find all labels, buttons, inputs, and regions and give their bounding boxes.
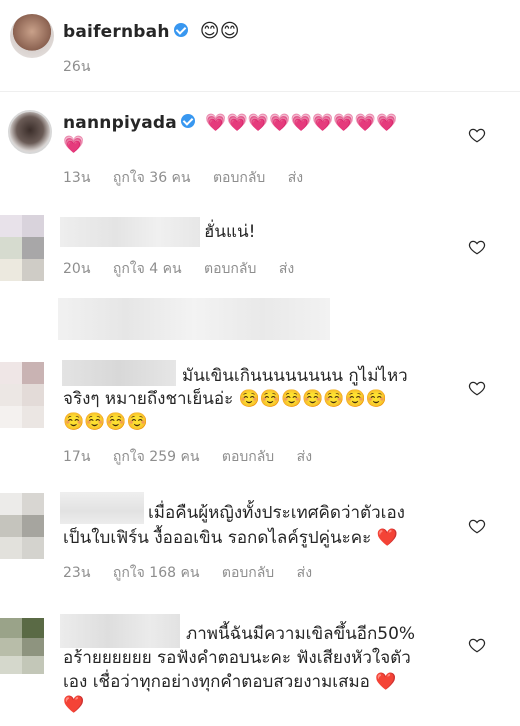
send-button[interactable]: ส่ง [297, 449, 312, 465]
comment-time: 17น [63, 449, 91, 465]
blur-pixel [22, 618, 44, 638]
send-button[interactable]: ส่ง [288, 170, 303, 186]
comment-time: 13น [63, 170, 91, 186]
blur-pixel [0, 493, 22, 515]
blur-pixel [0, 362, 22, 384]
comment-likes-link[interactable]: ถูกใจ 36 คน [113, 170, 191, 186]
avatar-blurred[interactable] [0, 215, 44, 281]
reply-button[interactable]: ตอบกลับ [204, 261, 256, 277]
comment: nannpiyada 💗💗💗💗💗💗💗💗💗 💗 13น ถูกใจ 36 คน ต… [0, 100, 520, 200]
blur-pixel [22, 656, 44, 674]
blur-pixel [22, 515, 44, 537]
comment: มันเขินเกินนนนนนนน กูไม่ไหว จริงๆ หมายถึ… [0, 350, 520, 485]
avatar-nannpiyada[interactable] [8, 110, 52, 154]
reply-button[interactable]: ตอบกลับ [213, 170, 265, 186]
comment-text-line: เมื่อคืนผู้หญิงทั้งประเทศคิดว่าตัวเอง [148, 503, 405, 523]
post-caption: baifernbah 😊😊 26น [0, 0, 520, 92]
heart-outline-icon[interactable] [468, 379, 486, 397]
comment-text-line: ☺️☺️☺️☺️ [63, 412, 148, 432]
comment-time: 23น [63, 565, 91, 581]
avatar-blurred[interactable] [0, 362, 44, 428]
caption-emoji: 😊😊 [199, 20, 240, 42]
send-button[interactable]: ส่ง [297, 565, 312, 581]
comment-likes-link[interactable]: ถูกใจ 259 คน [113, 449, 200, 465]
comment-time: 20น [63, 261, 91, 277]
comment-text-line: ❤️ [63, 695, 85, 715]
comment-meta: 17น ถูกใจ 259 คน ตอบกลับ ส่ง [63, 446, 330, 468]
comment-likes-link[interactable]: ถูกใจ 168 คน [113, 565, 200, 581]
divider [0, 91, 520, 92]
comment-text-line: ภาพนี้ฉันมีความเขิลขึ้นอีก50% [186, 624, 416, 644]
blur-pixel [22, 215, 44, 237]
comment-text-line: เป็นใบเฟิร์น งื้อออเขิน รอกดไลค์รูปคู่นะ… [63, 528, 398, 548]
heart-outline-icon[interactable] [468, 238, 486, 256]
heart-outline-icon[interactable] [468, 126, 486, 144]
post-author[interactable]: baifernbah 😊😊 [63, 20, 240, 42]
blur-pixel [0, 537, 22, 559]
username-blurred[interactable] [62, 360, 176, 386]
comment: ภาพนี้ฉันมีความเขิลขึ้นอีก50% อร้ายยยยยย… [0, 608, 520, 726]
blur-pixel [0, 656, 22, 674]
blur-pixel [0, 237, 22, 259]
reply-button[interactable]: ตอบกลับ [222, 449, 274, 465]
blur-pixel [0, 406, 22, 428]
comment: ฮั่นแน่! 20น ถูกใจ 4 คน ตอบกลับ ส่ง [0, 205, 520, 290]
heart-outline-icon[interactable] [468, 517, 486, 535]
view-replies-blurred[interactable] [58, 298, 330, 340]
blur-pixel [0, 515, 22, 537]
comment-likes-link[interactable]: ถูกใจ 4 คน [113, 261, 182, 277]
blur-pixel [22, 493, 44, 515]
blur-pixel [22, 638, 44, 656]
comment: เมื่อคืนผู้หญิงทั้งประเทศคิดว่าตัวเอง เป… [0, 487, 520, 597]
post-time: 26น [63, 59, 91, 75]
comment-text-line: ฮั่นแน่! [204, 222, 256, 242]
blur-pixel [0, 215, 22, 237]
blur-pixel [22, 406, 44, 428]
username-blurred[interactable] [60, 492, 144, 524]
comment-author-username[interactable]: nannpiyada [63, 113, 177, 133]
comment-text-line: อร้ายยยยยย รอฟังคำตอบนะคะ ฟังเสียงหัวใจต… [63, 648, 411, 668]
username-blurred[interactable] [60, 614, 180, 648]
reply-button[interactable]: ตอบกลับ [222, 565, 274, 581]
comment-text-line: เอง เชื่อว่าทุกอย่างทุกคำตอบสวยงามเสมอ ❤… [63, 672, 397, 692]
avatar-blurred[interactable] [0, 493, 44, 559]
comment-text-line: 💗 [63, 135, 85, 155]
comment-meta: 20น ถูกใจ 4 คน ตอบกลับ ส่ง [63, 258, 312, 280]
blur-pixel [22, 259, 44, 281]
avatar-baifernbah[interactable] [10, 14, 54, 58]
username-blurred[interactable] [60, 217, 200, 247]
blur-pixel [0, 618, 22, 638]
verified-badge-icon [180, 114, 195, 128]
comment-meta: 23น ถูกใจ 168 คน ตอบกลับ ส่ง [63, 562, 330, 584]
blur-pixel [22, 537, 44, 559]
blur-pixel [0, 384, 22, 406]
comment-text-line: 💗💗💗💗💗💗💗💗💗 [205, 113, 398, 133]
blur-pixel [0, 638, 22, 656]
blur-pixel [0, 259, 22, 281]
verified-badge-icon [173, 23, 188, 37]
heart-outline-icon[interactable] [468, 636, 486, 654]
post-author-username[interactable]: baifernbah [63, 22, 170, 42]
send-button[interactable]: ส่ง [279, 261, 294, 277]
blur-pixel [22, 237, 44, 259]
blur-pixel [22, 384, 44, 406]
blur-pixel [22, 362, 44, 384]
comment-meta: 13น ถูกใจ 36 คน ตอบกลับ ส่ง [63, 167, 321, 189]
avatar-blurred[interactable] [0, 618, 44, 674]
comment-author[interactable]: nannpiyada 💗💗💗💗💗💗💗💗💗 [63, 113, 397, 133]
